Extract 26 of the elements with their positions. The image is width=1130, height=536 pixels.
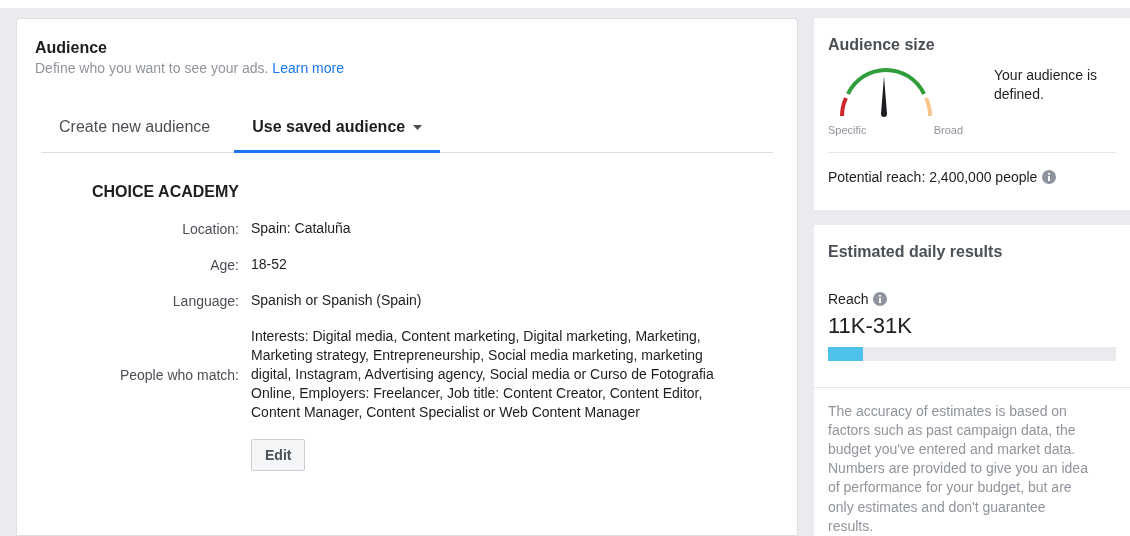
field-value: Interests: Digital media, Content marketing, Digital marketing, Marketing, Marketing strategy, Entrepreneurship, Social media marketing, marketing digital, Instagram, Advertising agency, Social media or Curso de Fotografia Online, Employers: Freelancer, Job title: Content Creator, Content Editor, Content Manager, Content Specialist or Web Content Manager <box>251 327 715 422</box>
metric-label: Reach <box>828 290 869 307</box>
field-label: Language: <box>171 292 239 309</box>
potential-reach: Potential reach: 2,400,000 people <box>828 169 1038 185</box>
gauge-label: Specific <box>828 124 867 136</box>
info-icon[interactable] <box>1042 170 1057 184</box>
audience-tab[interactable]: Use saved audience <box>234 114 441 153</box>
section-title: Audience <box>35 39 108 57</box>
estimate-note: The accuracy of estimates is based on factors such as past campaign data, the budget you've entered and market data. Numbers are provided to give you an idea of performance for your budget, but are only estimates and don't guarantee results. <box>814 386 1130 536</box>
field-label: Age: <box>209 256 239 273</box>
card-title: Estimated daily results <box>828 242 1004 261</box>
field-value: 18-52 <box>251 255 288 274</box>
field-label: Location: <box>181 220 239 237</box>
card-title: Audience size <box>828 36 936 54</box>
learn-more-link[interactable]: Learn more <box>272 60 344 76</box>
audience-tab[interactable]: Create new audience <box>41 114 229 153</box>
section-description: Define who you want to see your ads. Learn more <box>35 60 345 76</box>
audience-status: Your audience is defined. <box>994 66 1098 104</box>
field-value: Spain: Cataluña <box>251 219 352 238</box>
gauge-label: Broad <box>933 124 963 136</box>
info-icon[interactable] <box>873 291 888 306</box>
field-value: Spanish or Spanish (Spain) <box>251 291 423 310</box>
reach-range: 11K-31K <box>828 312 913 339</box>
edit-button[interactable]: Edit <box>251 439 306 471</box>
field-label: People who match: <box>118 366 239 383</box>
audience-name: CHOICE ACADEMY <box>92 183 240 201</box>
